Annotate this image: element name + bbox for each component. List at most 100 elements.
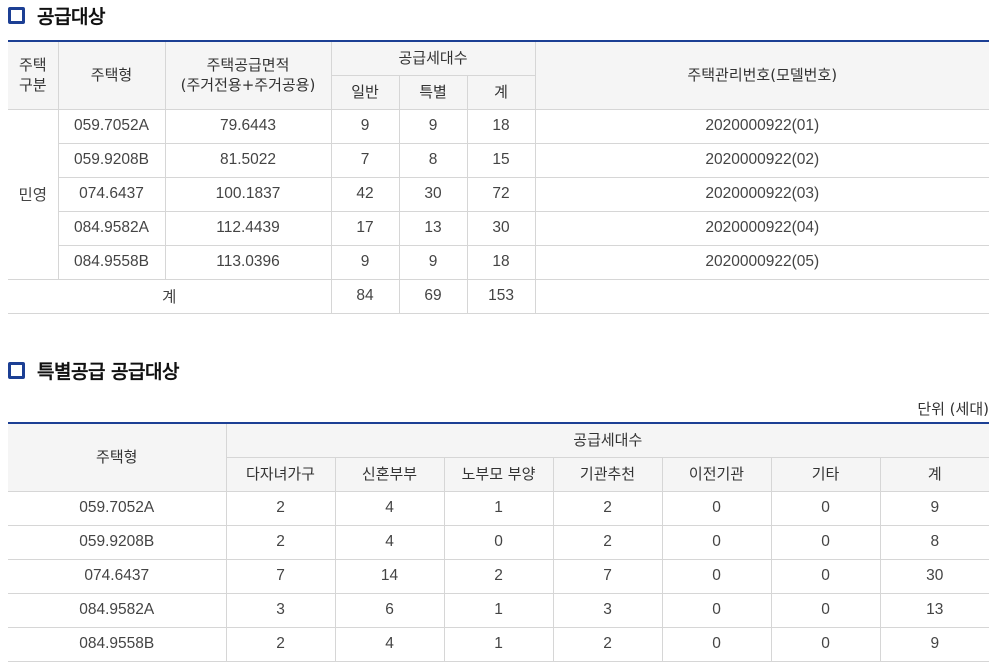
- total-cell: 15: [466, 142, 536, 178]
- section-title-text: 공급대상: [37, 5, 105, 28]
- relocated-cell: 0: [661, 592, 772, 628]
- multi-child-cell: 2: [225, 626, 336, 662]
- table-row: 059.7052A 2 4 1 2 0 0 9: [8, 490, 990, 526]
- relocated-cell: 0: [661, 626, 772, 662]
- supply-table: 주택 구분 주택형 주택공급면적 (주거전용+주거공용) 공급세대수 주택관리번…: [8, 40, 990, 314]
- header-house-type: 주택형: [8, 422, 227, 492]
- square-bullet-icon: [8, 6, 25, 24]
- total-cell: 8: [879, 524, 990, 560]
- elderly-parent-cell: 1: [443, 490, 554, 526]
- unit-label: 단위 (세대): [917, 400, 989, 418]
- model-number-cell: 2020000922(04): [534, 210, 990, 246]
- table-row: 084.9582A 112.4439 17 13 30 2020000922(04): [8, 210, 990, 246]
- header-supply-area: 주택공급면적 (주거전용+주거공용): [164, 40, 332, 110]
- sum-model-empty: [534, 278, 990, 314]
- total-cell: 9: [879, 626, 990, 662]
- other-cell: 0: [770, 524, 881, 560]
- header-label: (주거전용+주거공용): [180, 76, 316, 95]
- other-cell: 0: [770, 490, 881, 526]
- type-cell: 084.9582A: [8, 592, 227, 628]
- elderly-parent-cell: 0: [443, 524, 554, 560]
- multi-child-cell: 2: [225, 524, 336, 560]
- header-units-group: 공급세대수: [330, 40, 536, 76]
- total-cell: 30: [466, 210, 536, 246]
- area-cell: 112.4439: [164, 210, 332, 246]
- multi-child-cell: 2: [225, 490, 336, 526]
- institution-cell: 2: [552, 490, 663, 526]
- institution-cell: 2: [552, 626, 663, 662]
- special-cell: 30: [398, 176, 468, 212]
- model-number-cell: 2020000922(05): [534, 244, 990, 280]
- sum-special: 69: [398, 278, 468, 314]
- general-cell: 17: [330, 210, 400, 246]
- area-cell: 100.1837: [164, 176, 332, 212]
- total-cell: 18: [466, 244, 536, 280]
- other-cell: 0: [770, 592, 881, 628]
- general-cell: 42: [330, 176, 400, 212]
- header-newlywed: 신혼부부: [334, 456, 445, 492]
- institution-cell: 2: [552, 524, 663, 560]
- table-row: 074.6437 100.1837 42 30 72 2020000922(03): [8, 176, 990, 212]
- area-cell: 81.5022: [164, 142, 332, 178]
- sum-row: 계 84 69 153: [8, 278, 990, 314]
- table-row: 084.9582A 3 6 1 3 0 0 13: [8, 592, 990, 628]
- header-house-type: 주택형: [57, 40, 166, 110]
- header-multi-child: 다자녀가구: [226, 456, 336, 492]
- special-cell: 9: [398, 244, 468, 280]
- area-cell: 79.6443: [164, 108, 332, 144]
- section-title-special-supply: 특별공급 공급대상: [8, 358, 179, 383]
- header-label: 주택공급면적: [206, 56, 290, 75]
- newlywed-cell: 6: [334, 592, 445, 628]
- table-row: 074.6437 7 14 2 7 0 0 30: [8, 558, 990, 594]
- table-row: 민영 059.7052A 79.6443 9 9 18 2020000922(01): [8, 108, 990, 280]
- other-cell: 0: [770, 626, 881, 662]
- total-cell: 30: [879, 558, 990, 594]
- relocated-cell: 0: [661, 524, 772, 560]
- newlywed-cell: 4: [334, 490, 445, 526]
- total-cell: 13: [879, 592, 990, 628]
- section-title-supply: 공급대상: [8, 3, 105, 28]
- total-cell: 18: [466, 108, 536, 144]
- header-relocated: 이전기관: [661, 456, 772, 492]
- sum-label: 계: [8, 278, 332, 314]
- total-cell: 72: [466, 176, 536, 212]
- supply-table-body: 민영 059.7052A 79.6443 9 9 18 2020000922(01) 059.…: [8, 108, 990, 314]
- house-type-cell: 084.9582A: [58, 210, 166, 246]
- house-type-cell: 084.9558B: [58, 244, 166, 280]
- header-label: 구분: [18, 76, 47, 95]
- header-total: 계: [879, 456, 990, 492]
- table-row: 059.9208B 81.5022 7 8 15 2020000922(02): [8, 142, 990, 178]
- special-supply-table: 주택형 공급세대수 다자녀가구 신혼부부 노부모 부양 기관추천 이전기관 기타…: [8, 422, 990, 662]
- model-number-cell: 2020000922(01): [534, 108, 990, 144]
- header-type-category: 주택 구분: [8, 40, 59, 110]
- general-cell: 9: [330, 108, 400, 144]
- table-row: 084.9558B 113.0396 9 9 18 2020000922(05): [8, 244, 990, 280]
- table-row: 059.9208B 2 4 0 2 0 0 8: [8, 524, 990, 560]
- newlywed-cell: 4: [334, 524, 445, 560]
- type-cell: 084.9558B: [8, 626, 227, 662]
- type-cell: 074.6437: [8, 558, 227, 594]
- general-cell: 9: [330, 244, 400, 280]
- house-type-cell: 059.7052A: [57, 108, 166, 144]
- header-special: 특별: [398, 74, 468, 110]
- category-cell: 민영: [8, 108, 59, 280]
- special-cell: 9: [398, 108, 468, 144]
- total-cell: 9: [879, 490, 990, 526]
- table-row: 084.9558B 2 4 1 2 0 0 9: [8, 626, 990, 662]
- model-number-cell: 2020000922(02): [534, 142, 990, 178]
- square-bullet-icon: [8, 361, 25, 379]
- multi-child-cell: 7: [225, 558, 336, 594]
- other-cell: 0: [770, 558, 881, 594]
- area-cell: 113.0396: [164, 244, 332, 280]
- newlywed-cell: 14: [334, 558, 445, 594]
- institution-cell: 3: [552, 592, 663, 628]
- multi-child-cell: 3: [225, 592, 336, 628]
- special-cell: 13: [398, 210, 468, 246]
- sum-general: 84: [330, 278, 400, 314]
- header-units-group: 공급세대수: [225, 422, 990, 458]
- header-general: 일반: [331, 74, 400, 110]
- house-type-cell: 059.9208B: [58, 142, 166, 178]
- section-title-text: 특별공급 공급대상: [37, 360, 179, 383]
- header-other: 기타: [770, 456, 881, 492]
- relocated-cell: 0: [661, 490, 772, 526]
